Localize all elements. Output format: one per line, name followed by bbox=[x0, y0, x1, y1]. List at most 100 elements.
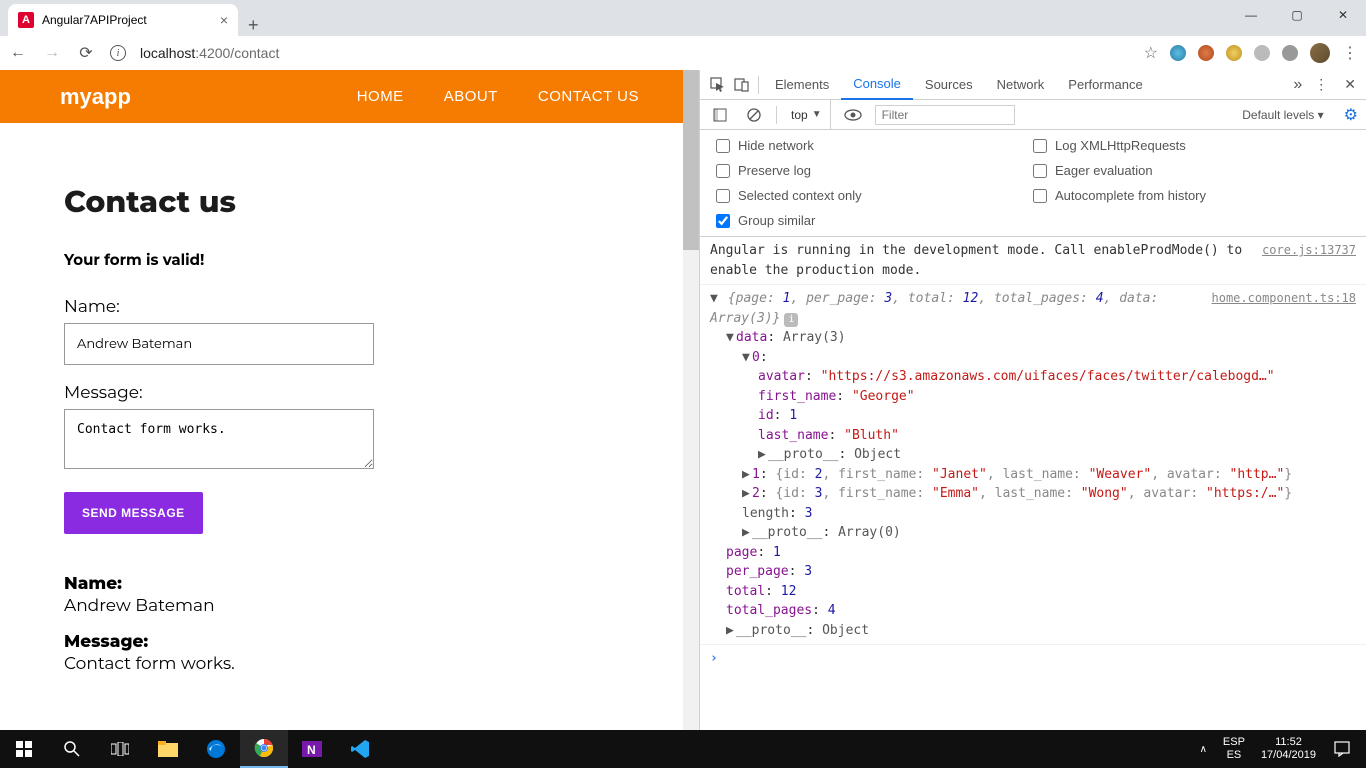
console-output[interactable]: core.js:13737 Angular is running in the … bbox=[700, 237, 1366, 730]
expand-arrow-icon[interactable]: ▼ bbox=[710, 289, 720, 309]
extension-icon[interactable] bbox=[1170, 45, 1186, 61]
tab-network[interactable]: Network bbox=[985, 70, 1057, 100]
expand-arrow-icon[interactable]: ▶ bbox=[742, 465, 752, 485]
scrollbar-thumb[interactable] bbox=[683, 70, 699, 250]
name-input[interactable] bbox=[64, 323, 374, 365]
info-badge-icon[interactable]: i bbox=[784, 313, 798, 327]
app-logo[interactable]: myapp bbox=[60, 84, 131, 110]
file-explorer-icon[interactable] bbox=[144, 730, 192, 768]
onenote-icon[interactable]: N bbox=[288, 730, 336, 768]
expand-arrow-icon[interactable]: ▶ bbox=[742, 523, 752, 543]
task-view-icon[interactable] bbox=[96, 730, 144, 768]
page-scrollbar[interactable] bbox=[683, 70, 699, 730]
back-button[interactable]: ← bbox=[8, 43, 28, 63]
content-area: myapp HOME ABOUT CONTACT US Contact us Y… bbox=[0, 70, 1366, 730]
source-link[interactable]: core.js:13737 bbox=[1262, 241, 1356, 259]
svg-text:N: N bbox=[307, 743, 316, 757]
send-button[interactable]: SEND MESSAGE bbox=[64, 492, 203, 534]
url-field[interactable]: localhost:4200/contact bbox=[140, 45, 279, 61]
check-hide-network[interactable]: Hide network bbox=[716, 138, 1033, 153]
settings-gear-icon[interactable]: ⚙ bbox=[1344, 105, 1358, 125]
message-textarea[interactable]: Contact form works. bbox=[64, 409, 374, 469]
edge-icon[interactable] bbox=[192, 730, 240, 768]
page-heading: Contact us bbox=[64, 183, 635, 220]
extension-icon[interactable] bbox=[1254, 45, 1270, 61]
forward-button[interactable]: → bbox=[42, 43, 62, 63]
filter-input[interactable] bbox=[875, 105, 1015, 125]
tab-performance[interactable]: Performance bbox=[1056, 70, 1154, 100]
window-controls: — ▢ ✕ bbox=[1228, 0, 1366, 30]
result-msg-value: Contact form works. bbox=[64, 654, 635, 674]
extension-icon[interactable] bbox=[1198, 45, 1214, 61]
browser-tab[interactable]: A Angular7APIProject × bbox=[8, 4, 238, 36]
context-value: top bbox=[791, 108, 808, 122]
nav-home[interactable]: HOME bbox=[357, 88, 404, 105]
devtools-menu-icon[interactable]: ⋮ bbox=[1308, 76, 1334, 93]
app-viewport: myapp HOME ABOUT CONTACT US Contact us Y… bbox=[0, 70, 699, 730]
extension-icon[interactable] bbox=[1226, 45, 1242, 61]
chevron-down-icon: ▼ bbox=[812, 109, 822, 120]
window-minimize[interactable]: — bbox=[1228, 0, 1274, 30]
clock[interactable]: 11:52 17/04/2019 bbox=[1253, 736, 1324, 762]
result-msg-label: Message: bbox=[64, 632, 635, 652]
new-tab-button[interactable]: + bbox=[238, 15, 269, 36]
console-message: home.component.ts:18 ▼ {page: 1, per_pag… bbox=[700, 285, 1366, 645]
expand-arrow-icon[interactable]: ▼ bbox=[726, 328, 736, 348]
reload-button[interactable]: ⟳ bbox=[76, 43, 96, 63]
site-info-icon[interactable]: i bbox=[110, 45, 126, 61]
tab-elements[interactable]: Elements bbox=[763, 70, 841, 100]
console-prompt[interactable]: › bbox=[700, 645, 1366, 673]
object-body: ▼data: Array(3) ▼0: avatar: "https://s3.… bbox=[710, 328, 1356, 640]
log-levels-selector[interactable]: Default levels ▾ bbox=[1242, 108, 1323, 122]
devtools-close-icon[interactable]: ✕ bbox=[1340, 76, 1360, 93]
search-icon[interactable] bbox=[48, 730, 96, 768]
divider bbox=[758, 76, 759, 94]
name-label: Name: bbox=[64, 297, 635, 317]
vscode-icon[interactable] bbox=[336, 730, 384, 768]
device-icon[interactable] bbox=[730, 73, 754, 97]
check-selected-ctx[interactable]: Selected context only bbox=[716, 188, 1033, 203]
console-toolbar: top ▼ Default levels ▾ ⚙ bbox=[700, 100, 1366, 130]
expand-arrow-icon[interactable]: ▶ bbox=[758, 445, 768, 465]
extension-icon[interactable] bbox=[1282, 45, 1298, 61]
language-indicator[interactable]: ESP ES bbox=[1215, 736, 1253, 762]
tray-expand-icon[interactable]: ∧ bbox=[1192, 744, 1215, 755]
console-settings: Hide network Log XMLHttpRequests Preserv… bbox=[700, 130, 1366, 237]
expand-arrow-icon[interactable]: ▶ bbox=[742, 484, 752, 504]
tab-bar: A Angular7APIProject × + bbox=[0, 0, 1366, 36]
window-close[interactable]: ✕ bbox=[1320, 0, 1366, 30]
windows-taskbar: N ∧ ESP ES 11:52 17/04/2019 bbox=[0, 730, 1366, 768]
context-selector[interactable]: top ▼ bbox=[791, 100, 831, 129]
inspect-icon[interactable] bbox=[706, 73, 730, 97]
expand-arrow-icon[interactable]: ▼ bbox=[742, 348, 752, 368]
tab-sources[interactable]: Sources bbox=[913, 70, 985, 100]
check-eager-eval[interactable]: Eager evaluation bbox=[1033, 163, 1350, 178]
clear-console-icon[interactable] bbox=[742, 103, 766, 127]
bookmark-icon[interactable]: ☆ bbox=[1144, 43, 1158, 63]
tab-console[interactable]: Console bbox=[841, 70, 913, 100]
form-group-name: Name: bbox=[64, 297, 635, 365]
page-body: Contact us Your form is valid! Name: Mes… bbox=[0, 123, 699, 710]
nav-contact[interactable]: CONTACT US bbox=[538, 88, 639, 105]
expand-arrow-icon[interactable]: ▶ bbox=[726, 621, 736, 641]
tab-close-icon[interactable]: × bbox=[220, 12, 228, 28]
console-message: core.js:13737 Angular is running in the … bbox=[700, 237, 1366, 285]
live-expression-icon[interactable] bbox=[841, 103, 865, 127]
nav-about[interactable]: ABOUT bbox=[444, 88, 498, 105]
check-preserve-log[interactable]: Preserve log bbox=[716, 163, 1033, 178]
app-navbar: myapp HOME ABOUT CONTACT US bbox=[0, 70, 699, 123]
chrome-menu-icon[interactable]: ⋮ bbox=[1342, 43, 1358, 63]
source-link[interactable]: home.component.ts:18 bbox=[1212, 289, 1357, 307]
more-tabs-icon[interactable]: » bbox=[1293, 76, 1302, 94]
notifications-icon[interactable] bbox=[1324, 730, 1360, 768]
start-button[interactable] bbox=[0, 730, 48, 768]
profile-avatar[interactable] bbox=[1310, 43, 1330, 63]
console-sidebar-icon[interactable] bbox=[708, 103, 732, 127]
window-maximize[interactable]: ▢ bbox=[1274, 0, 1320, 30]
check-log-xhr[interactable]: Log XMLHttpRequests bbox=[1033, 138, 1350, 153]
check-autocomplete[interactable]: Autocomplete from history bbox=[1033, 188, 1350, 203]
chrome-icon[interactable] bbox=[240, 730, 288, 768]
url-path: :4200/contact bbox=[195, 45, 279, 61]
check-group-similar[interactable]: Group similar bbox=[716, 213, 1033, 228]
message-label: Message: bbox=[64, 383, 635, 403]
